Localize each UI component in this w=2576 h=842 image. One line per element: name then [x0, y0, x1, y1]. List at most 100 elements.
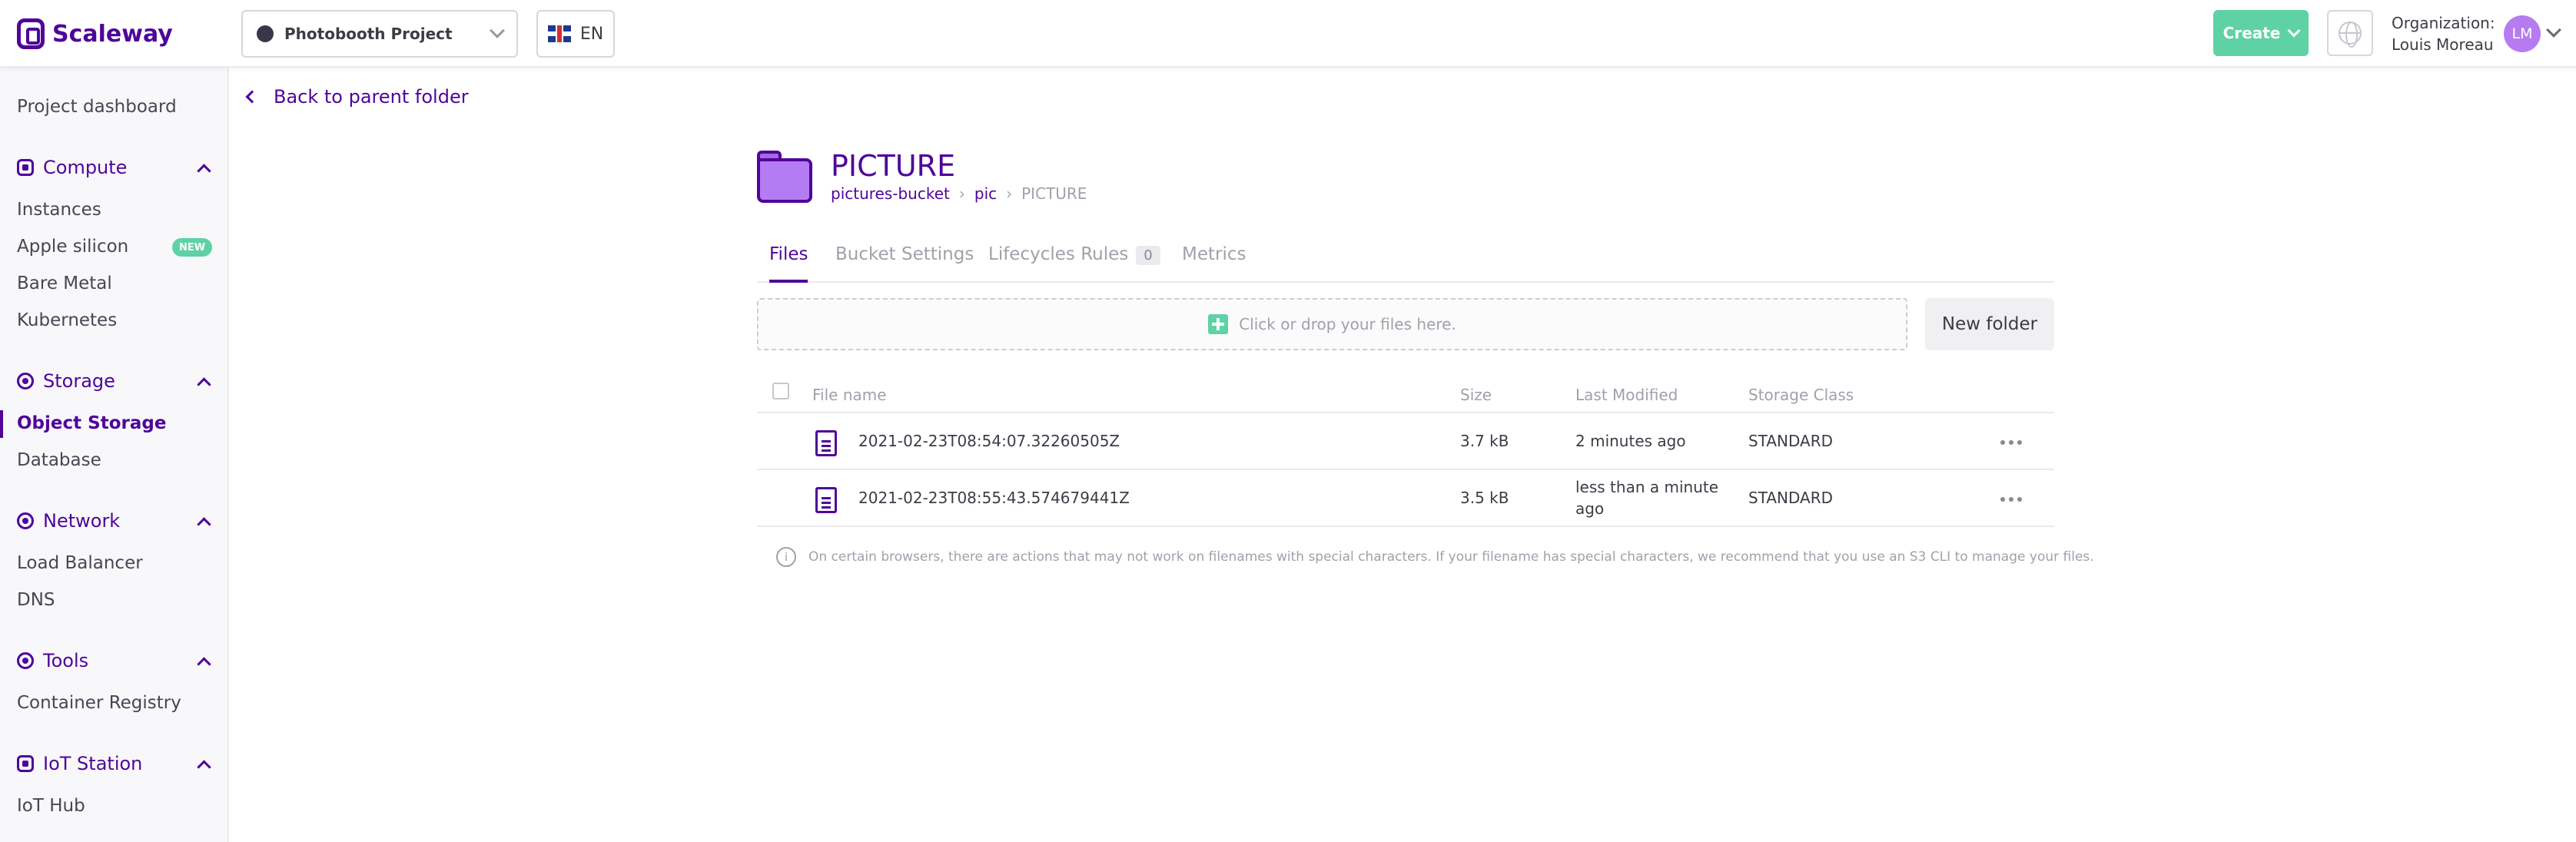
- organization-info: Organization: Louis Moreau: [2392, 12, 2495, 55]
- file-modified: less than a minute ago: [1575, 476, 1718, 519]
- sidebar-item-project-dashboard[interactable]: Project dashboard: [17, 97, 177, 117]
- folder-icon: [757, 151, 812, 203]
- project-selector[interactable]: Photobooth Project: [241, 10, 518, 58]
- chevron-left-icon: [245, 90, 259, 104]
- tab-bucket-settings[interactable]: Bucket Settings: [835, 244, 974, 283]
- sidebar-group-label: Compute: [43, 157, 128, 178]
- chevron-down-icon[interactable]: [2546, 22, 2561, 38]
- page-title: PICTURE: [831, 149, 956, 183]
- note-text: On certain browsers, there are actions t…: [808, 549, 2094, 565]
- sidebar-group-label: Storage: [43, 370, 115, 392]
- region-button[interactable]: [2327, 10, 2373, 56]
- file-name[interactable]: 2021-02-23T08:55:43.574679441Z: [858, 489, 1130, 507]
- iot-icon: [17, 755, 34, 772]
- tab-label: Lifecycles Rules: [988, 244, 1129, 264]
- info-icon: i: [776, 547, 796, 567]
- file-size: 3.7 kB: [1460, 432, 1509, 450]
- column-storage-class[interactable]: Storage Class: [1748, 386, 1854, 404]
- sidebar-item-kubernetes[interactable]: Kubernetes: [17, 310, 117, 330]
- plus-icon: [1208, 314, 1229, 334]
- organization-label: Organization:: [2392, 14, 2495, 32]
- tab-lifecycles-rules[interactable]: Lifecycles Rules 0: [988, 244, 1160, 283]
- file-modified-line2: ago: [1575, 499, 1605, 518]
- create-label: Create: [2222, 24, 2281, 42]
- organization-user: Louis Moreau: [2392, 35, 2494, 54]
- sidebar-item-instances[interactable]: Instances: [17, 200, 101, 220]
- sidebar-item-bare-metal[interactable]: Bare Metal: [17, 273, 112, 293]
- uk-flag-icon: [547, 25, 571, 42]
- sidebar-group-tools[interactable]: Tools: [17, 650, 214, 671]
- compute-icon: [17, 159, 34, 176]
- new-badge: NEW: [172, 238, 212, 257]
- sidebar-item-apple-silicon[interactable]: Apple silicon: [17, 237, 128, 257]
- sidebar-item-load-balancer[interactable]: Load Balancer: [17, 553, 143, 573]
- sidebar-group-label: IoT Station: [43, 753, 143, 774]
- file-storage-class: STANDARD: [1748, 432, 1834, 450]
- tab-metrics[interactable]: Metrics: [1182, 244, 1247, 283]
- sidebar-group-label: Network: [43, 510, 121, 532]
- project-dot-icon: [257, 25, 274, 42]
- sidebar-group-label: Tools: [43, 650, 89, 671]
- project-name: Photobooth Project: [284, 25, 453, 43]
- chevron-up-icon: [197, 656, 211, 671]
- sidebar-item-container-registry[interactable]: Container Registry: [17, 693, 181, 713]
- special-characters-note: i On certain browsers, there are actions…: [776, 547, 2094, 567]
- chevron-up-icon: [197, 163, 211, 178]
- file-size: 3.5 kB: [1460, 489, 1509, 507]
- file-modified-line1: less than a minute: [1575, 478, 1719, 496]
- chevron-down-icon: [490, 23, 505, 38]
- file-dropzone[interactable]: Click or drop your files here.: [757, 298, 1907, 350]
- sidebar-item-database[interactable]: Database: [17, 450, 101, 470]
- create-button[interactable]: Create: [2213, 10, 2309, 56]
- file-icon: [815, 430, 837, 456]
- back-to-parent-link[interactable]: Back to parent folder: [245, 86, 469, 108]
- storage-icon: [17, 373, 34, 390]
- table-header: File name Size Last Modified Storage Cla…: [757, 376, 2054, 413]
- sidebar: Project dashboard Compute Instances Appl…: [0, 68, 229, 842]
- file-name[interactable]: 2021-02-23T08:54:07.32260505Z: [858, 432, 1120, 450]
- sidebar-group-network[interactable]: Network: [17, 510, 214, 532]
- language-selector[interactable]: EN: [536, 10, 615, 58]
- language-label: EN: [579, 24, 604, 44]
- column-file-name[interactable]: File name: [812, 386, 887, 404]
- tab-bar: Files Bucket Settings Lifecycles Rules 0 …: [757, 238, 2054, 283]
- breadcrumb-folder[interactable]: pic: [974, 184, 997, 203]
- breadcrumb-separator: ›: [1006, 184, 1013, 203]
- column-size[interactable]: Size: [1460, 386, 1492, 404]
- sidebar-item-dns[interactable]: DNS: [17, 590, 55, 610]
- breadcrumb: pictures-bucket › pic › PICTURE: [831, 184, 1087, 203]
- scaleway-logo[interactable]: Scaleway: [17, 15, 173, 52]
- column-last-modified[interactable]: Last Modified: [1575, 386, 1678, 404]
- network-icon: [17, 512, 34, 529]
- scaleway-logo-icon: [17, 18, 45, 49]
- chevron-up-icon: [197, 759, 211, 774]
- sidebar-item-object-storage[interactable]: Object Storage: [17, 413, 166, 433]
- rules-count-badge: 0: [1136, 246, 1160, 265]
- sidebar-group-storage[interactable]: Storage: [17, 370, 214, 392]
- chevron-down-icon: [2287, 24, 2301, 38]
- sidebar-group-compute[interactable]: Compute: [17, 157, 214, 178]
- new-folder-button[interactable]: New folder: [1925, 298, 2054, 350]
- more-actions-icon[interactable]: [2000, 435, 2028, 450]
- globe-icon: [2339, 22, 2362, 48]
- back-label: Back to parent folder: [274, 86, 469, 108]
- file-storage-class: STANDARD: [1748, 489, 1834, 507]
- file-icon: [815, 487, 837, 513]
- avatar[interactable]: LM: [2504, 15, 2541, 52]
- active-indicator: [0, 410, 3, 438]
- top-bar: Scaleway Photobooth Project EN Create Or…: [0, 0, 2576, 68]
- sidebar-group-iot-station[interactable]: IoT Station: [17, 753, 214, 774]
- chevron-up-icon: [197, 516, 211, 532]
- table-row[interactable]: 2021-02-23T08:55:43.574679441Z 3.5 kB le…: [757, 470, 2054, 527]
- chevron-up-icon: [197, 376, 211, 392]
- tab-files[interactable]: Files: [769, 244, 808, 283]
- select-all-checkbox[interactable]: [772, 383, 789, 399]
- more-actions-icon[interactable]: [2000, 492, 2028, 507]
- sidebar-item-iot-hub[interactable]: IoT Hub: [17, 796, 85, 816]
- gear-icon: [17, 652, 34, 669]
- breadcrumb-bucket[interactable]: pictures-bucket: [831, 184, 950, 203]
- breadcrumb-current: PICTURE: [1021, 184, 1087, 203]
- dropzone-text: Click or drop your files here.: [1239, 315, 1456, 333]
- file-modified: 2 minutes ago: [1575, 432, 1686, 450]
- table-row[interactable]: 2021-02-23T08:54:07.32260505Z 3.7 kB 2 m…: [757, 413, 2054, 470]
